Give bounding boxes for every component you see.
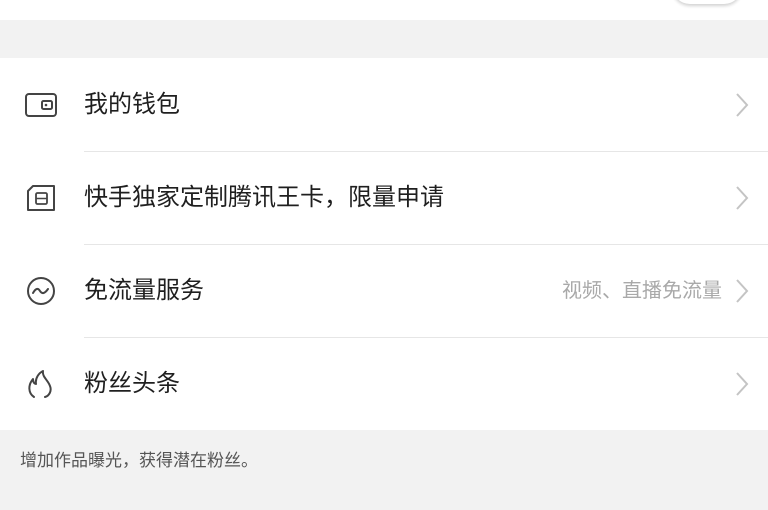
chevron-right-icon	[736, 372, 749, 396]
menu-card: 我的钱包 快手独家定制腾讯王卡，限量申请 免流量服务 视频、直播免流量 粉丝头条	[0, 58, 768, 430]
wallet-icon	[25, 93, 57, 117]
menu-item-wallet[interactable]: 我的钱包	[0, 58, 768, 151]
menu-item-label: 快手独家定制腾讯王卡，限量申请	[84, 183, 444, 211]
data-wave-icon	[27, 277, 55, 305]
footer-note: 增加作品曝光，获得潜在粉丝。	[20, 451, 258, 471]
menu-item-label: 我的钱包	[84, 90, 180, 118]
top-strip	[0, 0, 768, 20]
chevron-right-icon	[736, 279, 749, 303]
menu-item-fans-headline[interactable]: 粉丝头条	[0, 337, 768, 430]
toggle-switch-edge[interactable]	[672, 0, 742, 4]
sim-card-icon	[27, 185, 55, 211]
menu-item-label: 免流量服务	[84, 276, 204, 304]
chevron-right-icon	[736, 93, 749, 117]
menu-item-free-data[interactable]: 免流量服务 视频、直播免流量	[0, 244, 768, 337]
flame-icon	[28, 370, 52, 398]
menu-item-wangka[interactable]: 快手独家定制腾讯王卡，限量申请	[0, 151, 768, 244]
menu-item-label: 粉丝头条	[84, 369, 180, 397]
menu-item-hint: 视频、直播免流量	[562, 278, 722, 302]
chevron-right-icon	[736, 186, 749, 210]
